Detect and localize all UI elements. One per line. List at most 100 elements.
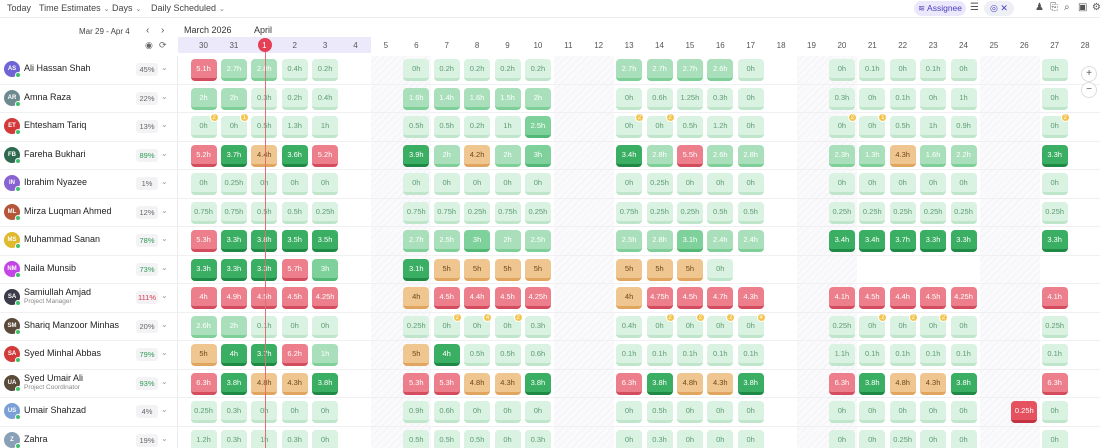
- workload-cell[interactable]: 0.5h: [281, 201, 308, 224]
- workload-cell[interactable]: 4.1h: [1041, 287, 1068, 309]
- workload-cell[interactable]: 4.5h: [281, 287, 308, 309]
- workload-cell[interactable]: 0.3h: [220, 401, 247, 423]
- person-icon[interactable]: ♟: [1035, 2, 1044, 13]
- workload-cell[interactable]: 0.75h: [616, 201, 643, 224]
- workload-cell[interactable]: 0h: [950, 401, 977, 423]
- expand-row-icon[interactable]: ⌄: [161, 149, 168, 158]
- workload-cell[interactable]: 0.6h: [524, 344, 551, 366]
- workload-cell[interactable]: 0.5h: [707, 201, 734, 224]
- workload-cell[interactable]: 0h 2: [889, 312, 918, 338]
- workload-cell[interactable]: 0h: [312, 315, 339, 338]
- workload-cell[interactable]: 0h 2: [646, 312, 675, 338]
- workload-cell[interactable]: 0.5h: [889, 116, 916, 138]
- workload-cell[interactable]: 1.6h: [403, 87, 430, 110]
- workload-cell[interactable]: 2.5h: [524, 116, 551, 138]
- assignee-name[interactable]: Fareha Bukhari: [24, 149, 86, 159]
- workload-cell[interactable]: 1.5h: [494, 87, 521, 110]
- workload-cell[interactable]: 2.2h: [950, 144, 977, 167]
- workload-cell[interactable]: 0.3h: [524, 429, 551, 448]
- workload-cell[interactable]: 3.3h: [950, 230, 977, 252]
- workload-cell[interactable]: 2.8h: [737, 144, 764, 167]
- workload-cell[interactable]: 0h 4: [737, 312, 766, 338]
- days-dropdown[interactable]: Days ⌄: [112, 3, 141, 13]
- workload-cell[interactable]: 2h: [524, 87, 551, 110]
- workload-cell[interactable]: 3.9h: [403, 144, 430, 167]
- workload-cell[interactable]: 3h: [524, 144, 551, 167]
- workload-cell[interactable]: 0h: [1041, 173, 1068, 195]
- workload-cell[interactable]: 0h: [1041, 59, 1068, 81]
- daily-scheduled-dropdown[interactable]: Daily Scheduled ⌄: [151, 3, 225, 13]
- workload-cell[interactable]: 0.3h: [524, 315, 551, 338]
- workload-cell[interactable]: 3.4h: [859, 230, 886, 252]
- workload-cell[interactable]: 2.4h: [737, 230, 764, 252]
- workload-cell[interactable]: 0h 1: [220, 113, 249, 138]
- workload-cell[interactable]: 0.25h: [828, 201, 855, 224]
- workload-cell[interactable]: 0.75h: [190, 201, 217, 224]
- assignee-name[interactable]: Ehtesham Tariq: [24, 120, 86, 130]
- workload-cell[interactable]: 3.8h: [646, 372, 673, 395]
- workload-cell[interactable]: 0.25h: [950, 201, 977, 224]
- workload-cell[interactable]: 0h 2: [494, 312, 523, 338]
- workload-cell[interactable]: 0.1h: [616, 344, 643, 366]
- workload-cell[interactable]: 0.25h: [646, 201, 673, 224]
- workload-cell[interactable]: 3.3h: [220, 230, 247, 252]
- workload-cell[interactable]: 0h: [494, 173, 521, 195]
- workload-cell[interactable]: 0.1h: [737, 344, 764, 366]
- workload-cell[interactable]: 0.25h: [220, 173, 247, 195]
- workload-cell[interactable]: 0.5h: [403, 116, 430, 138]
- workload-cell[interactable]: 0h 2: [676, 312, 705, 338]
- workload-cell[interactable]: 0.75h: [220, 201, 247, 224]
- workload-cell[interactable]: 2.5h: [433, 230, 460, 252]
- assignee-name[interactable]: Ali Hassan Shah: [24, 63, 91, 73]
- workload-cell[interactable]: 5h: [190, 344, 217, 366]
- workload-cell[interactable]: 5h: [403, 344, 430, 366]
- workload-cell[interactable]: 3.8h: [859, 372, 886, 395]
- workload-cell[interactable]: 4.5h: [676, 287, 703, 309]
- workload-cell[interactable]: 1h: [950, 87, 977, 110]
- workload-cell[interactable]: 5.3h: [403, 372, 430, 395]
- workload-cell[interactable]: 0h: [828, 173, 855, 195]
- workload-cell[interactable]: 0h 2: [433, 312, 462, 338]
- settings-icon[interactable]: ⚙: [1092, 2, 1100, 13]
- workload-cell[interactable]: 0.1h: [950, 344, 977, 366]
- workload-cell[interactable]: 6.3h: [1041, 372, 1068, 395]
- workload-cell[interactable]: 0.5h: [403, 429, 430, 448]
- expand-row-icon[interactable]: ⌄: [161, 320, 168, 329]
- workload-cell[interactable]: 2.7h: [676, 59, 703, 81]
- workload-cell[interactable]: 4.8h: [676, 372, 703, 395]
- workload-cell[interactable]: 0.5h: [433, 116, 460, 138]
- workload-cell[interactable]: 0h: [464, 401, 491, 423]
- workload-cell[interactable]: 0h: [707, 401, 734, 423]
- share-icon[interactable]: ⎘: [1050, 2, 1058, 13]
- workload-cell[interactable]: 0h 2: [920, 312, 949, 338]
- assignee-name[interactable]: Zahra: [24, 434, 48, 444]
- workload-cell[interactable]: 0h: [737, 59, 764, 81]
- workload-cell[interactable]: 0h: [190, 173, 217, 195]
- workload-cell[interactable]: 0h: [950, 59, 977, 81]
- workload-cell[interactable]: 2h: [190, 87, 217, 110]
- workload-cell[interactable]: 0.6h: [433, 401, 460, 423]
- workload-cell[interactable]: 0.25h: [1041, 201, 1068, 224]
- expand-row-icon[interactable]: ⌄: [161, 405, 168, 414]
- prev-week-icon[interactable]: ‹: [146, 25, 149, 36]
- workload-cell[interactable]: 3.3h: [920, 230, 947, 252]
- assignee-name[interactable]: Shariq Manzoor Minhas: [24, 320, 119, 330]
- workload-cell[interactable]: 3.8h: [220, 372, 247, 395]
- workload-cell[interactable]: 2h: [220, 87, 247, 110]
- workload-cell[interactable]: 0h 1: [859, 113, 888, 138]
- zoom-in-button[interactable]: +: [1081, 66, 1097, 82]
- assignee-name[interactable]: Syed Umair Ali: [24, 373, 83, 383]
- workload-cell[interactable]: 3.3h: [190, 258, 217, 281]
- workload-cell[interactable]: 0h: [737, 87, 764, 110]
- workload-cell[interactable]: 0h: [889, 59, 916, 81]
- workload-cell[interactable]: 5h: [676, 258, 703, 281]
- workload-cell[interactable]: 4.3h: [281, 372, 308, 395]
- workload-cell[interactable]: 0.25h: [1011, 401, 1038, 423]
- workload-cell[interactable]: 0h: [737, 429, 764, 448]
- workload-cell[interactable]: 0h 4: [464, 312, 493, 338]
- workload-cell[interactable]: 0h: [433, 173, 460, 195]
- eye-icon[interactable]: ◉: [145, 40, 153, 51]
- workload-cell[interactable]: 0h: [828, 59, 855, 81]
- workload-cell[interactable]: 3.8h: [737, 372, 764, 395]
- workload-cell[interactable]: 3.8h: [312, 372, 339, 395]
